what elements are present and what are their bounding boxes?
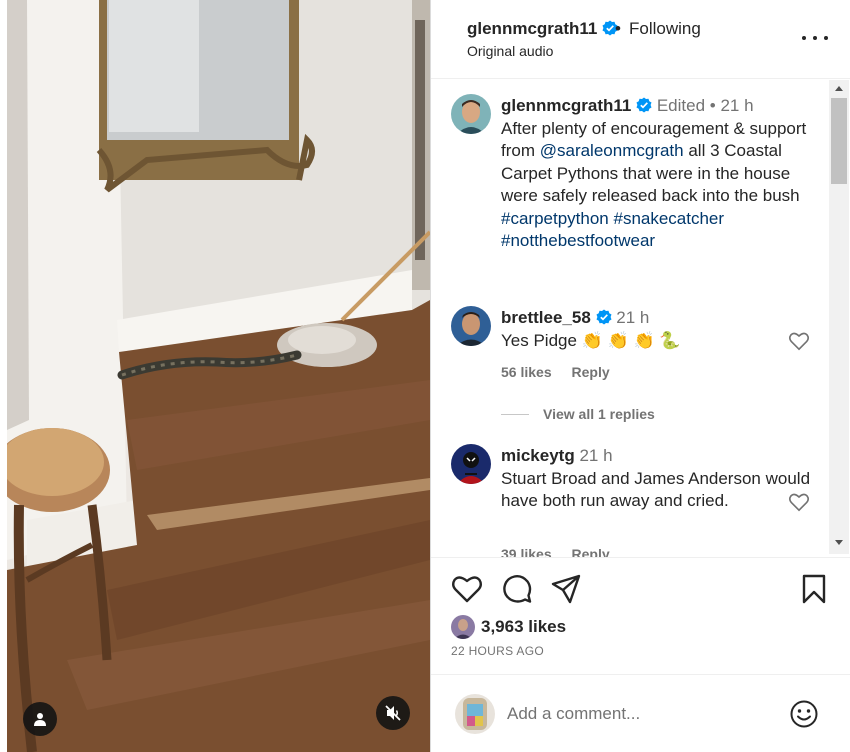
post-details-panel: glennmcgrath11 • Following Original audi… xyxy=(430,0,850,752)
original-audio-link[interactable]: Original audio xyxy=(467,43,553,59)
divider xyxy=(501,413,529,415)
hashtag-link[interactable]: #notthebestfootwear xyxy=(501,231,655,250)
caption-time[interactable]: 21 h xyxy=(720,96,753,115)
bookmark-icon[interactable] xyxy=(798,573,830,605)
add-comment-bar xyxy=(431,674,850,752)
comment-item: brettlee_58 21 h Yes Pidge 👏 👏 👏 🐍 xyxy=(501,307,821,352)
more-options-button[interactable] xyxy=(802,28,828,48)
post-author-username[interactable]: glennmcgrath11 xyxy=(467,19,618,39)
likes-count[interactable]: 3,963 likes xyxy=(481,617,566,637)
person-tag-icon xyxy=(34,713,46,726)
caption-username[interactable]: glennmcgrath11 xyxy=(501,96,631,115)
author-avatar[interactable] xyxy=(451,94,491,134)
post-caption: glennmcgrath11 Edited • 21 h After plent… xyxy=(501,95,821,253)
post-actions-bar: 3,963 likes 22 HOURS AGO xyxy=(431,557,850,667)
emoji-icon[interactable] xyxy=(789,699,819,729)
post-header: glennmcgrath11 • Following Original audi… xyxy=(431,0,850,79)
hashtag-link[interactable]: #snakecatcher xyxy=(613,209,724,228)
commenter-avatar[interactable] xyxy=(451,444,491,484)
tagged-people-button[interactable] xyxy=(23,702,57,736)
scroll-down-arrow-icon[interactable] xyxy=(835,540,843,545)
paper-plane-icon[interactable] xyxy=(550,573,582,605)
commenter-avatar[interactable] xyxy=(451,306,491,346)
hashtag-link[interactable]: #carpetpython xyxy=(501,209,609,228)
scroll-up-arrow-icon[interactable] xyxy=(835,86,843,91)
verified-badge-icon xyxy=(596,309,612,325)
verified-badge-icon xyxy=(636,97,652,113)
post-author-username-text: glennmcgrath11 xyxy=(467,19,598,38)
comments-list[interactable]: glennmcgrath11 Edited • 21 h After plent… xyxy=(431,80,829,557)
post-media-video[interactable] xyxy=(7,0,430,752)
liker-avatar xyxy=(451,615,475,639)
comment-text: Stuart Broad and James Anderson would ha… xyxy=(501,468,811,511)
following-button[interactable]: Following xyxy=(629,19,701,39)
comment-input[interactable] xyxy=(507,701,777,727)
header-separator: • xyxy=(615,19,621,38)
more-options-icon xyxy=(802,36,806,40)
comment-likes[interactable]: 56 likes xyxy=(501,364,552,380)
commenter-username[interactable]: brettlee_58 xyxy=(501,308,591,327)
heart-icon[interactable] xyxy=(451,573,483,605)
comment-icon[interactable] xyxy=(501,573,533,605)
heart-icon[interactable] xyxy=(788,492,810,512)
mute-toggle-button[interactable] xyxy=(376,696,410,730)
current-user-avatar xyxy=(455,694,495,734)
video-frame-image xyxy=(7,0,430,752)
heart-icon[interactable] xyxy=(788,331,810,351)
view-replies-button[interactable]: View all 1 replies xyxy=(501,406,655,422)
comment-time[interactable]: 21 h xyxy=(616,308,649,327)
commenter-username[interactable]: mickeytg xyxy=(501,446,575,465)
edited-label: Edited xyxy=(656,96,706,115)
reply-button[interactable]: Reply xyxy=(572,364,610,380)
mention-link[interactable]: @saraleonmcgrath xyxy=(540,141,684,160)
comment-actions: 56 likes Reply xyxy=(501,364,626,380)
view-replies-label: View all 1 replies xyxy=(543,406,655,422)
post-timestamp[interactable]: 22 HOURS AGO xyxy=(451,644,544,658)
comment-item: mickeytg 21 h Stuart Broad and James And… xyxy=(501,445,821,513)
comment-likes[interactable]: 39 likes xyxy=(501,546,552,557)
comment-text: Yes Pidge 👏 👏 👏 🐍 xyxy=(501,330,681,350)
scrollbar-thumb[interactable] xyxy=(831,98,847,184)
comment-actions: 39 likes Reply xyxy=(501,546,626,557)
comment-time[interactable]: 21 h xyxy=(579,446,612,465)
speaker-muted-icon xyxy=(385,705,401,721)
reply-button[interactable]: Reply xyxy=(572,546,610,557)
comments-scrollbar[interactable] xyxy=(829,80,849,554)
likes-summary[interactable]: 3,963 likes xyxy=(451,615,566,639)
meta-separator: • xyxy=(709,96,716,115)
